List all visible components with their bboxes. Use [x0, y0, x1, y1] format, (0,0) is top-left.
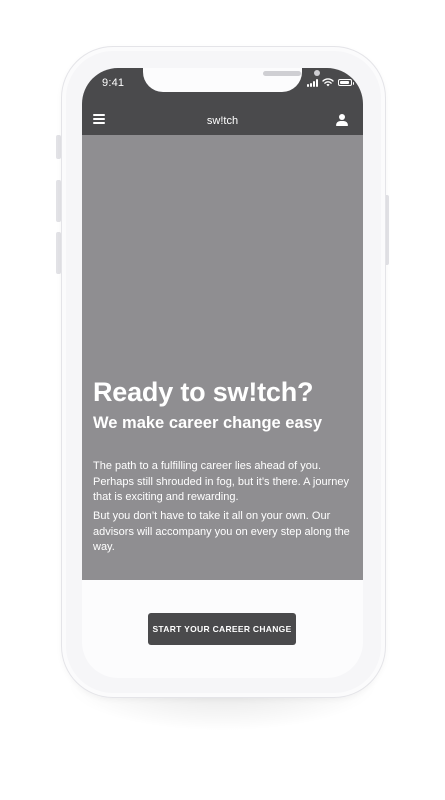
hero-intro-paragraph: The path to a fulfilling career lies ahe… — [93, 460, 350, 503]
hero-section: Ready to sw!tch? We make career change e… — [82, 135, 363, 580]
phone-screen: 9:41 sw!tch Ready to sw!tch? We make car… — [82, 68, 363, 678]
user-profile-icon[interactable] — [336, 114, 348, 126]
status-time: 9:41 — [102, 77, 125, 89]
start-career-change-button[interactable]: START YOUR CAREER CHANGE — [148, 613, 296, 645]
status-bar: 9:41 — [82, 68, 363, 107]
app-navigation-bar: sw!tch — [82, 107, 363, 135]
hero-title: Ready to sw!tch? — [93, 377, 314, 407]
device-notch — [143, 68, 320, 92]
phone-frame: 9:41 sw!tch Ready to sw!tch? We make car… — [61, 46, 386, 698]
wifi-icon — [322, 78, 334, 87]
cellular-signal-icon — [307, 79, 320, 87]
speaker-grille — [263, 71, 301, 76]
hero-advisors-paragraph: But you don’t have to take it all on you… — [93, 510, 350, 553]
battery-icon — [338, 79, 354, 86]
app-title: sw!tch — [206, 115, 239, 127]
hero-subtitle: We make career change easy — [93, 414, 323, 432]
front-camera — [314, 70, 320, 76]
